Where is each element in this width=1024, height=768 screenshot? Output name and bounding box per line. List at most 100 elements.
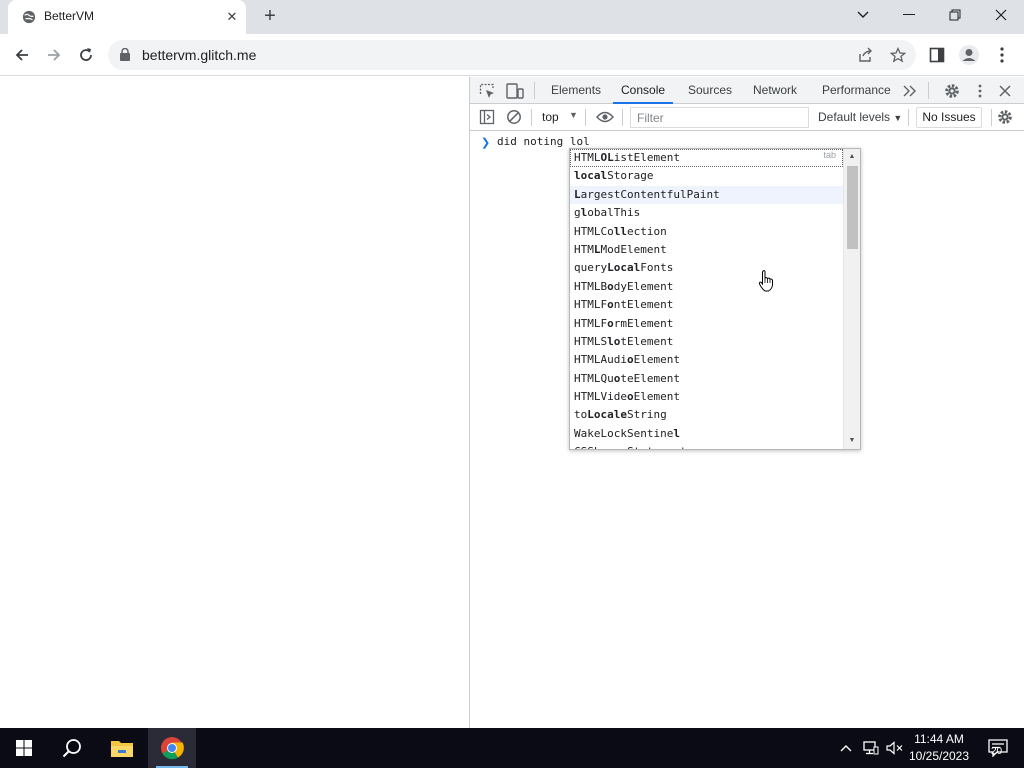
lock-icon[interactable] (120, 48, 130, 61)
separator (534, 82, 535, 99)
arrow-right-icon (48, 49, 61, 61)
chrome-taskbar-button[interactable] (148, 728, 196, 768)
console-input[interactable]: did noting lol (497, 135, 590, 148)
tab-search-button[interactable] (840, 0, 886, 30)
address-bar[interactable]: bettervm.glitch.me (108, 40, 916, 70)
autocomplete-item[interactable]: HTMLBodyElement (570, 278, 843, 296)
globe-icon (22, 10, 36, 24)
chevron-down-icon (857, 11, 869, 18)
sidebar-toggle-icon[interactable] (478, 108, 496, 126)
clear-console-icon[interactable] (505, 108, 523, 126)
file-explorer-button[interactable] (98, 728, 146, 768)
autocomplete-item[interactable]: queryLocalFonts (570, 259, 843, 277)
clock-date[interactable]: 10/25/2023 (905, 749, 973, 763)
filter-input[interactable]: Filter (630, 107, 809, 128)
browser-tab[interactable]: BetterVM ✕ (8, 0, 246, 34)
more-tabs-icon[interactable] (901, 82, 919, 100)
autocomplete-item[interactable]: HTMLCollection (570, 223, 843, 241)
autocomplete-item-text: HTMLVide (574, 390, 627, 404)
side-panel-icon (929, 47, 945, 63)
autocomplete-item-text: ection (627, 224, 667, 238)
context-selector[interactable]: top (542, 110, 559, 124)
tab-sources[interactable]: Sources (688, 77, 732, 104)
autocomplete-item[interactable]: HTMLQuoteElement (570, 370, 843, 388)
autocomplete-scrollbar[interactable]: ▲ ▼ (843, 149, 860, 449)
autocomplete-item-text: HTMLQu (574, 371, 614, 385)
autocomplete-item[interactable]: HTMLAudioElement (570, 351, 843, 369)
device-toolbar-icon[interactable] (506, 82, 524, 100)
close-window-button[interactable] (978, 0, 1024, 30)
autocomplete-item-text: HTMLS (574, 334, 608, 348)
restore-button[interactable] (932, 0, 978, 30)
autocomplete-item[interactable]: HTMLOListElement (570, 149, 843, 168)
autocomplete-item[interactable]: HTMLFormElement (570, 315, 843, 333)
console-output[interactable]: ❯ did noting lol HTMLOListElement localSt… (470, 132, 1024, 728)
show-hidden-icons-button[interactable] (836, 728, 856, 768)
autocomplete-popup[interactable]: HTMLOListElement localStorage LargestConte… (569, 148, 861, 450)
autocomplete-item[interactable]: HTMLVideoElement (570, 388, 843, 406)
bookmark-star-icon[interactable] (888, 45, 908, 65)
tab-elements[interactable]: Elements (551, 77, 601, 104)
scroll-down-arrow-icon[interactable]: ▼ (844, 434, 860, 448)
back-button[interactable] (8, 41, 36, 69)
autocomplete-item-text: HTML (574, 151, 601, 164)
autocomplete-item[interactable]: CSSLayerStatement (570, 443, 843, 449)
clock-time[interactable]: 11:44 AM (905, 732, 973, 746)
autocomplete-item-text: HTMLAudi (574, 353, 627, 367)
autocomplete-item-text: argestContentfulPaint (580, 187, 720, 201)
autocomplete-item-text: HTM (574, 242, 594, 256)
autocomplete-item[interactable]: toLocaleString (570, 406, 843, 424)
autocomplete-item-text: String (627, 408, 667, 422)
autocomplete-item[interactable]: globalThis (570, 204, 843, 222)
tab-network[interactable]: Network (753, 77, 797, 104)
issues-button[interactable]: No Issues (916, 107, 982, 128)
autocomplete-item-text: ModElement (600, 242, 667, 256)
autocomplete-item-text: Element (633, 390, 680, 404)
autocomplete-item[interactable]: WakeLockSentinel (570, 425, 843, 443)
volume-button[interactable] (884, 728, 906, 768)
autocomplete-item-match: L (574, 187, 581, 201)
tab-console[interactable]: Console (612, 77, 674, 104)
browser-toolbar: bettervm.glitch.me (0, 34, 1024, 76)
start-button[interactable] (0, 728, 48, 768)
close-tab-icon[interactable]: ✕ (224, 9, 240, 25)
side-panel-button[interactable] (923, 41, 951, 69)
autocomplete-item[interactable]: localStorage (570, 167, 843, 185)
search-button[interactable] (48, 728, 96, 768)
minimize-button[interactable] (886, 0, 932, 30)
share-icon[interactable] (856, 45, 876, 65)
autocomplete-item-text: HTMLF (574, 316, 608, 330)
autocomplete-item-text: query (574, 261, 608, 275)
web-page-content[interactable] (0, 77, 469, 728)
autocomplete-item-match: l (673, 426, 680, 440)
autocomplete-item-text: WakeLockSentine (574, 426, 674, 440)
autocomplete-item[interactable]: LargestContentfulPaint (570, 185, 843, 205)
network-icon (863, 741, 879, 755)
profile-button[interactable] (955, 41, 983, 69)
autocomplete-item[interactable]: HTMLSlotElement (570, 333, 843, 351)
settings-gear-icon[interactable] (943, 82, 961, 100)
scroll-thumb[interactable] (847, 166, 858, 249)
log-levels-dropdown[interactable]: Default levels ▼ (818, 110, 902, 124)
scroll-up-arrow-icon[interactable]: ▲ (844, 150, 860, 164)
new-tab-button[interactable]: + (260, 6, 280, 27)
autocomplete-item-match: ll (613, 224, 627, 238)
autocomplete-item[interactable]: HTMLModElement (570, 241, 843, 259)
autocomplete-item-match: lo (607, 334, 621, 348)
console-settings-icon[interactable] (996, 108, 1014, 126)
hand-cursor-icon (758, 270, 773, 292)
url-text[interactable]: bettervm.glitch.me (142, 47, 256, 63)
inspect-element-icon[interactable] (478, 82, 496, 100)
caret-down-icon[interactable]: ▼ (569, 110, 578, 120)
tab-performance[interactable]: Performance (822, 77, 891, 104)
reload-icon (80, 48, 92, 61)
network-button[interactable] (860, 728, 882, 768)
reload-button[interactable] (72, 41, 100, 69)
forward-button[interactable] (40, 41, 68, 69)
eye-icon[interactable] (596, 108, 614, 126)
autocomplete-item[interactable]: HTMLFontElement (570, 296, 843, 314)
autocomplete-item-text: Element (633, 353, 680, 367)
chrome-menu-button[interactable] (988, 41, 1016, 69)
close-devtools-icon[interactable] (996, 82, 1014, 100)
devtools-menu-icon[interactable] (971, 82, 989, 100)
